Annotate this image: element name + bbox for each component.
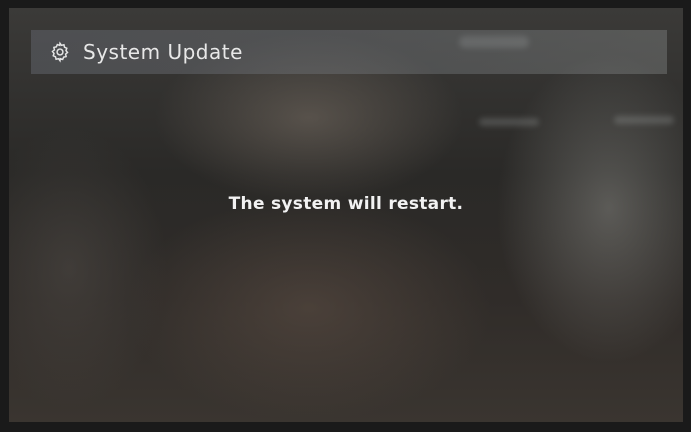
display-screen: System Update The system will restart. (9, 8, 683, 422)
glare-reflection (479, 118, 539, 126)
title-bar: System Update (31, 30, 667, 74)
device-bezel: System Update The system will restart. (0, 0, 691, 432)
page-title: System Update (83, 40, 243, 64)
restart-message: The system will restart. (228, 194, 464, 214)
gear-icon (49, 41, 71, 63)
glare-reflection (614, 116, 674, 124)
